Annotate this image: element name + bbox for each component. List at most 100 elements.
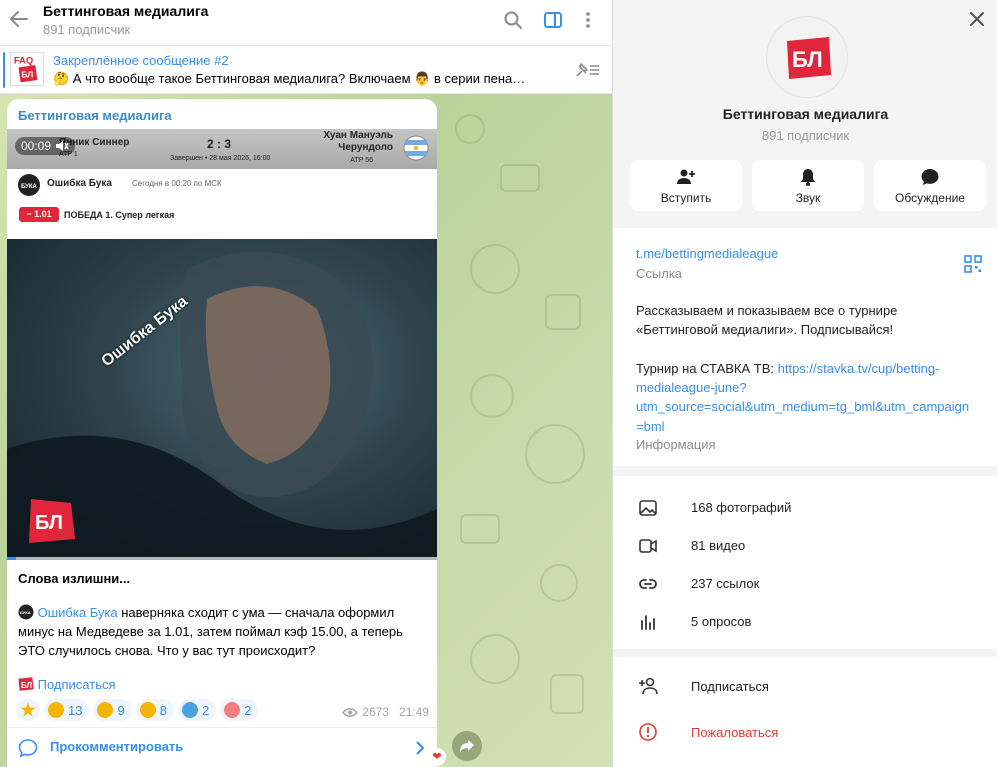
svg-text:БУКА: БУКА — [21, 184, 38, 190]
dizzy-face-icon — [48, 702, 64, 718]
wallpaper-doodle — [500, 164, 540, 192]
star-icon — [20, 702, 36, 717]
add-user-icon — [639, 677, 658, 695]
comment-label: Прокомментировать — [50, 739, 184, 754]
report-row[interactable]: Пожаловаться — [613, 710, 997, 754]
sidebar-toggle-icon[interactable] — [543, 10, 563, 30]
channel-actions: Подписаться Пожаловаться — [613, 657, 997, 767]
league-mini-logo: БЛ — [18, 677, 34, 691]
wallpaper-doodle — [550, 674, 584, 714]
wallpaper-doodle — [545, 294, 581, 330]
heart-reaction-icon[interactable]: ❤ — [428, 748, 446, 766]
clown-icon — [224, 702, 241, 718]
svg-text:БЛ: БЛ — [35, 512, 63, 534]
add-user-icon — [677, 169, 695, 184]
reactions: 13 9 8 2 2 — [16, 699, 259, 721]
info-caption: Информация — [636, 437, 716, 452]
svg-text:FAQ: FAQ — [14, 54, 33, 65]
shared-media-list: 168 фотографий 81 видео 237 ссылок 5 опр… — [613, 476, 997, 649]
more-menu-icon[interactable] — [578, 10, 598, 30]
message-headline: Слова излишни... — [18, 571, 131, 586]
mention-avatar: БУКА — [18, 604, 34, 620]
body-line-3: ЭТО случилось снова. Что у вас тут проис… — [18, 643, 316, 658]
reaction-count: 8 — [159, 702, 167, 718]
video-progress[interactable] — [7, 557, 437, 560]
subscribe-line: БЛ Подписаться — [18, 675, 116, 694]
video-player[interactable]: Янник Синнер ATP 1 2 : 3 Завершен • 28 м… — [7, 129, 437, 560]
message-time: 21:49 — [398, 705, 429, 719]
wallpaper-doodle — [470, 244, 520, 294]
mention-link[interactable]: Ошибка Бука — [38, 605, 118, 620]
pinned-message-bar[interactable]: FAQ БЛ Закреплённое сообщение #2 🤔 А что… — [0, 46, 612, 94]
qr-code-icon[interactable] — [963, 254, 983, 274]
reaction-pill[interactable]: 8 — [135, 699, 174, 721]
polls-row[interactable]: 5 опросов — [613, 602, 997, 640]
rofl-icon — [97, 702, 114, 718]
chat-bubble-icon — [921, 169, 939, 185]
svg-text:БЛ: БЛ — [792, 47, 823, 72]
report-icon — [639, 723, 657, 741]
wallpaper-doodle — [470, 374, 514, 418]
bet-outcome: ПОБЕДА 1. Супер легкая — [64, 210, 175, 220]
channel-title[interactable]: Беттинговая медиалига — [43, 3, 208, 19]
video-time: 00:09 — [21, 139, 52, 153]
pinned-thumbnail: FAQ БЛ — [10, 52, 44, 86]
stavka-url-2[interactable]: medialeague-june? — [636, 380, 747, 395]
comment-bar[interactable]: Прокомментировать — [7, 727, 437, 767]
message-body: БУКА Ошибка Бука наверняка сходит с ума … — [18, 603, 428, 660]
pinned-indicator — [3, 52, 5, 88]
svg-text:БУКА: БУКА — [20, 610, 31, 615]
right-player-line2: Черундоло — [338, 142, 393, 153]
links-count: 237 ссылок — [691, 576, 760, 591]
channel-avatar[interactable]: БЛ — [766, 16, 848, 98]
reaction-pill[interactable]: 2 — [177, 699, 217, 721]
reaction-pill[interactable]: 2 — [220, 699, 259, 721]
join-label: Вступить — [660, 191, 712, 205]
discussion-label: Обсуждение — [895, 191, 965, 205]
stavka-url-1[interactable]: https://stavka.tv/cup/betting- — [778, 361, 940, 376]
video-time-badge[interactable]: 00:09 — [15, 137, 76, 155]
channel-description: Рассказываем и показываем все о турнире … — [636, 301, 981, 436]
subscribe-link[interactable]: Подписаться — [38, 677, 116, 692]
svg-text:БЛ: БЛ — [21, 69, 33, 79]
photos-row[interactable]: 168 фотографий — [613, 488, 997, 526]
message-bubble: Беттинговая медиалига Янник Синнер ATP 1… — [7, 99, 437, 767]
wallpaper-doodle — [540, 564, 578, 602]
links-row[interactable]: 237 ссылок — [613, 564, 997, 602]
photo-icon — [639, 500, 657, 516]
sound-button[interactable]: Звук — [752, 160, 864, 211]
panel-subscribers: 891 подписчик — [761, 128, 850, 143]
desc-line-1: Рассказываем и показываем все о турнире — [636, 303, 898, 318]
reaction-pill[interactable] — [16, 699, 40, 721]
pinned-list-icon[interactable] — [573, 60, 601, 80]
join-button[interactable]: Вступить — [630, 160, 742, 211]
reaction-pill[interactable]: 13 — [44, 699, 90, 721]
search-icon[interactable] — [503, 10, 523, 30]
close-icon[interactable] — [968, 10, 986, 28]
stavka-url-3[interactable]: utm_source=social&utm_medium=tg_bml&utm_… — [636, 399, 969, 414]
panel-header: БЛ Беттинговая медиалига 891 подписчик В… — [613, 0, 997, 228]
match-status: Завершен • 28 мая 2026, 16:00 — [170, 155, 271, 162]
reaction-pill[interactable]: 9 — [93, 699, 132, 721]
share-button[interactable] — [452, 731, 482, 761]
photos-count: 168 фотографий — [691, 500, 792, 515]
stavka-url-4[interactable]: =bml — [636, 419, 665, 434]
poll-icon — [641, 615, 655, 630]
bet-avatar: БУКА — [18, 174, 40, 196]
mute-icon[interactable] — [55, 140, 69, 152]
subscribe-row[interactable]: Подписаться — [613, 664, 997, 708]
polls-count: 5 опросов — [691, 614, 752, 629]
desc-prefix: Турнир на СТАВКА ТВ: — [636, 360, 778, 376]
channel-info-panel: БЛ Беттинговая медиалига 891 подписчик В… — [612, 0, 997, 767]
league-logo: БЛ — [29, 499, 75, 543]
message-author[interactable]: Беттинговая медиалига — [18, 108, 172, 123]
video-frame[interactable]: Ошибка Бука БЛ — [7, 239, 437, 560]
channel-link[interactable]: t.me/bettingmedialeague — [636, 246, 778, 261]
discussion-button[interactable]: Обсуждение — [874, 160, 986, 211]
videos-row[interactable]: 81 видео — [613, 526, 997, 564]
back-arrow-icon[interactable] — [8, 8, 30, 30]
wallpaper-doodle — [460, 514, 500, 544]
info-card: t.me/bettingmedialeague Ссылка Рассказыв… — [613, 228, 997, 466]
share-arrow-icon — [460, 740, 474, 752]
right-player-line1: Хуан Мануэль — [323, 130, 393, 141]
